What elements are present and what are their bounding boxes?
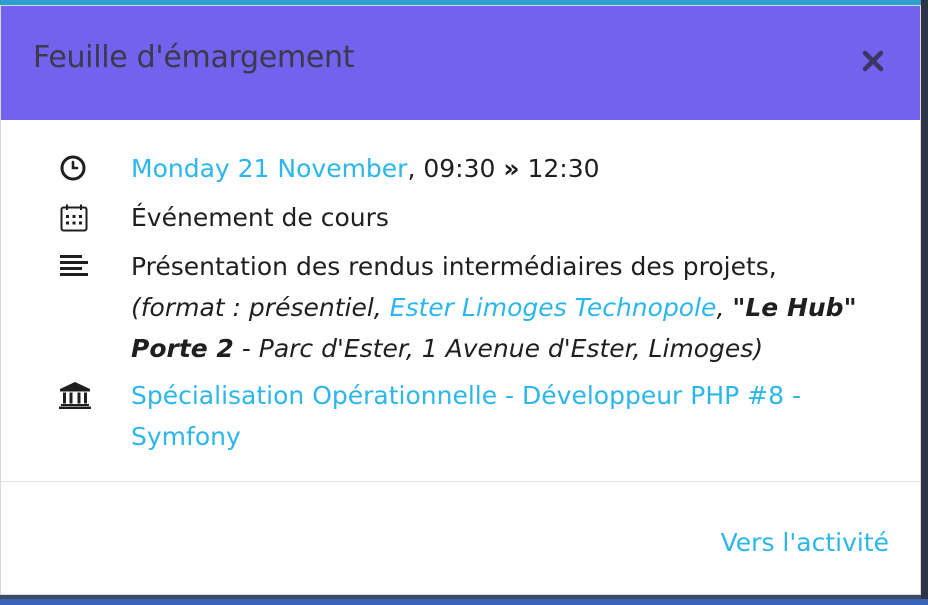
modal-title: Feuille d'émargement <box>33 40 355 75</box>
clock-icon <box>60 155 86 181</box>
event-course-row: Spécialisation Opérationnelle - Développ… <box>1 375 920 457</box>
start-time: 09:30 <box>423 154 496 183</box>
background-right-edge <box>921 0 928 605</box>
calendar-icon <box>60 204 88 232</box>
modal-footer: Vers l'activité <box>1 494 920 594</box>
activity-link[interactable]: Vers l'activité <box>721 528 889 557</box>
institution-icon <box>59 382 91 409</box>
background-bottom-bar <box>0 599 928 605</box>
close-button[interactable] <box>860 48 886 74</box>
location-link[interactable]: Ester Limoges Technopole <box>390 293 717 322</box>
event-time-row: Monday 21 November, 09:30 » 12:30 <box>1 148 920 189</box>
description-text: Présentation des rendus intermédiaires d… <box>131 252 777 281</box>
event-description: Présentation des rendus intermédiaires d… <box>131 246 876 369</box>
modal-header: Feuille d'émargement <box>1 6 920 120</box>
address: - Parc d'Ester, 1 Avenue d'Ester, Limoge… <box>233 334 764 363</box>
footer-divider <box>1 481 920 482</box>
format-prefix: (format : présentiel, <box>131 293 390 322</box>
location-separator: , <box>716 293 733 322</box>
close-icon <box>862 50 884 72</box>
event-type-row: Événement de cours <box>1 197 920 238</box>
course-link[interactable]: Spécialisation Opérationnelle - Développ… <box>131 381 801 451</box>
time-separator: , <box>407 154 424 183</box>
time-arrow: » <box>503 154 520 183</box>
attendance-sheet-modal: Feuille d'émargement Monday 21 November,… <box>0 5 921 595</box>
event-description-row: Présentation des rendus intermédiaires d… <box>1 246 920 369</box>
event-date-link[interactable]: Monday 21 November <box>131 154 407 183</box>
text-lines-icon <box>60 255 88 276</box>
modal-body: Monday 21 November, 09:30 » 12:30 Événem… <box>1 120 920 494</box>
end-time: 12:30 <box>527 154 600 183</box>
event-type: Événement de cours <box>131 203 389 232</box>
